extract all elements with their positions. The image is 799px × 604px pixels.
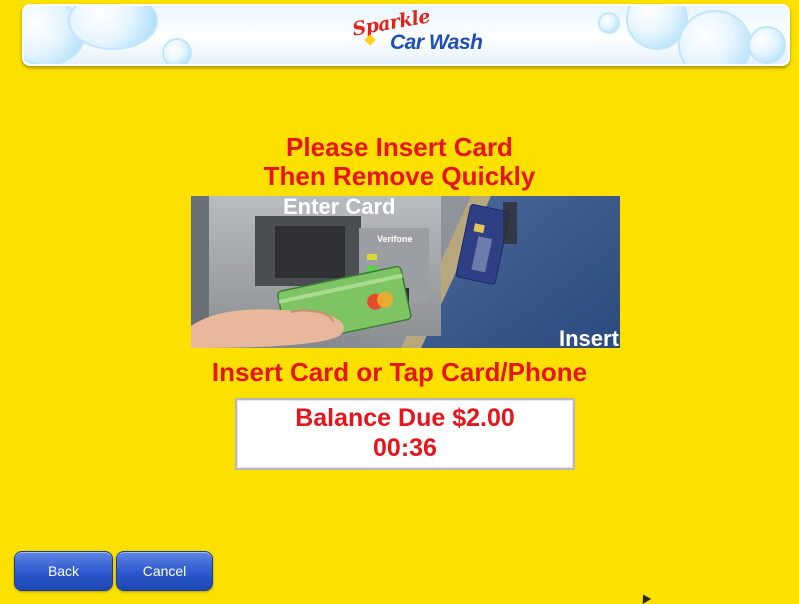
kiosk-screen: Sparkle Car Wash Please Insert Card Then… xyxy=(0,0,799,604)
header-banner: Sparkle Car Wash xyxy=(22,4,790,66)
enter-card-label: Enter Card xyxy=(283,196,395,219)
sparkle-car-wash-logo: Sparkle Car Wash xyxy=(346,6,486,60)
bubble-decoration xyxy=(748,26,786,64)
card-reader-image: Enter Card Verifone Insert xyxy=(191,196,620,348)
bubble-decoration xyxy=(598,12,620,34)
instruction-line-2: Then Remove Quickly xyxy=(263,161,536,191)
bubble-decoration xyxy=(678,10,752,64)
cancel-button[interactable]: Cancel xyxy=(116,551,213,591)
mouse-cursor-icon xyxy=(638,592,652,604)
balance-panel: Balance Due $2.00 00:36 xyxy=(235,398,575,470)
countdown-timer: 00:36 xyxy=(373,434,437,462)
reader-led-yellow xyxy=(367,254,377,260)
payment-prompt: Insert Card or Tap Card/Phone xyxy=(211,357,588,387)
verifone-label: Verifone xyxy=(377,234,413,244)
back-button[interactable]: Back xyxy=(14,551,113,591)
insert-label: Insert xyxy=(559,326,620,348)
logo-text: Car Wash xyxy=(390,31,483,54)
balance-due: Balance Due $2.00 xyxy=(295,404,515,432)
instruction-line-1: Please Insert Card xyxy=(286,132,513,162)
bubble-decoration xyxy=(162,38,192,64)
